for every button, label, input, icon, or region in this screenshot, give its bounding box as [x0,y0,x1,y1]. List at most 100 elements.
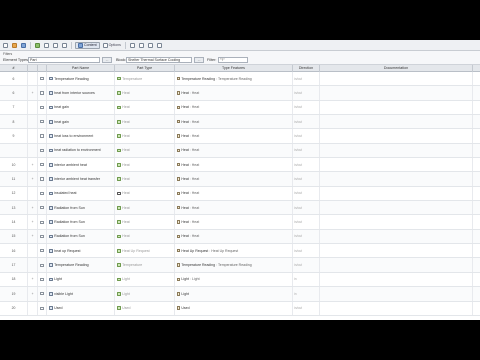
direction-cell[interactable]: in/out [293,258,320,272]
direction-cell[interactable]: in/out [293,201,320,215]
part-type-cell[interactable]: Heat [115,186,175,201]
part-name-cell[interactable]: heat from interior sources [47,86,115,100]
type-features-cell[interactable]: Heat: Heat [175,86,293,100]
part-type-cell[interactable]: Heat [115,229,175,244]
save-icon[interactable] [20,42,27,49]
row-checkbox[interactable] [38,86,47,100]
part-type-cell[interactable]: Heat [115,143,175,158]
column-header-expand[interactable] [28,65,38,72]
column-header-type-features[interactable]: Type Features [175,65,293,72]
part-name-cell[interactable]: heat up Request [47,244,115,258]
type-features-cell[interactable]: Heat: Heat [175,143,293,158]
part-type-cell[interactable]: Light [115,287,175,301]
part-name-cell[interactable]: heat gain [47,100,115,115]
type-features-cell[interactable]: Heat: Heat [175,215,293,229]
type-features-cell[interactable]: Temperature Reading: Temperature Reading [175,258,293,272]
expand-toggle[interactable] [28,129,38,143]
part-type-cell[interactable]: Used [115,301,175,315]
documentation-cell[interactable] [320,258,473,272]
type-features-cell[interactable]: Light: Light [175,272,293,287]
direction-cell[interactable]: in/out [293,129,320,143]
type-features-cell[interactable]: Heat: Heat [175,172,293,186]
help-icon[interactable] [156,42,163,49]
type-features-cell[interactable]: Heat: Heat [175,129,293,143]
type-features-cell[interactable]: Used [175,301,293,315]
expand-toggle[interactable]: + [28,201,38,215]
row-checkbox[interactable] [38,172,47,186]
table-row[interactable]: 16 heat up Request Heat Up Request Heat Up … [0,244,480,259]
documentation-cell[interactable] [320,272,473,287]
expand-toggle[interactable] [28,186,38,201]
part-name-cell[interactable]: Light [47,272,115,287]
expand-toggle[interactable] [28,301,38,315]
part-type-cell[interactable]: Heat [115,158,175,172]
expand-toggle[interactable]: + [28,287,38,301]
gear-icon[interactable] [129,42,136,49]
content-toggle-button[interactable]: Content [75,41,100,49]
expand-toggle[interactable]: + [28,172,38,186]
row-checkbox[interactable] [38,229,47,244]
direction-cell[interactable]: in/out [293,86,320,100]
table-row[interactable]: 13 + Radiation from Sun Heat Heat: Heat in/out [0,201,480,216]
expand-toggle[interactable]: + [28,215,38,229]
part-type-cell[interactable]: Temperature [115,72,175,86]
table-row[interactable]: 6 Temperature Reading Temperature Temperatu… [0,72,480,87]
type-features-cell[interactable]: Heat: Heat [175,186,293,201]
part-name-cell[interactable]: Temperature Reading [47,72,115,86]
column-header-check[interactable] [38,65,47,72]
remove-element-icon[interactable] [43,42,50,49]
part-type-cell[interactable]: Heat [115,100,175,115]
part-name-cell[interactable]: interior ambient heat [47,158,115,172]
expand-toggle[interactable] [28,143,38,158]
owner-browse-button[interactable]: ... [194,57,204,63]
expand-toggle[interactable] [28,72,38,86]
direction-cell[interactable]: in/out [293,301,320,315]
documentation-cell[interactable] [320,172,473,186]
table-row[interactable]: 17 Temperature Reading Temperature Temperat… [0,258,480,273]
open-icon[interactable] [11,42,18,49]
element-types-field[interactable]: Part [28,57,100,63]
part-name-cell[interactable]: Temperature Reading [47,258,115,272]
part-type-cell[interactable]: Heat [115,86,175,100]
type-features-cell[interactable]: Heat: Heat [175,100,293,115]
documentation-cell[interactable] [320,244,473,258]
expand-toggle[interactable]: + [28,272,38,287]
direction-cell[interactable]: in/out [293,158,320,172]
documentation-cell[interactable] [320,229,473,244]
column-header-number[interactable]: # [0,65,28,72]
column-header-part-name[interactable]: Part Name [47,65,115,72]
table-row[interactable]: heat radiation to environment Heat Heat: He… [0,143,480,159]
filter-input[interactable]: "?" [218,57,248,63]
type-features-cell[interactable]: Heat Up Request: Heat Up Request [175,244,293,258]
row-checkbox[interactable] [38,72,47,86]
part-name-cell[interactable]: visible Light [47,287,115,301]
direction-cell[interactable]: in [293,287,320,301]
part-type-cell[interactable]: Heat [115,115,175,129]
table-row[interactable]: 7 heat gain Heat Heat: Heat in/out [0,100,480,116]
part-name-cell[interactable]: Used [47,301,115,315]
part-type-cell[interactable]: Heat [115,201,175,215]
direction-cell[interactable]: in [293,272,320,287]
expand-toggle[interactable]: + [28,229,38,244]
move-up-icon[interactable] [52,42,59,49]
filter-icon[interactable] [138,42,145,49]
table-row[interactable]: 9 heat loss to environment Heat Heat: Heat in… [0,129,480,144]
element-types-browse-button[interactable]: ... [102,57,112,63]
documentation-cell[interactable] [320,301,473,315]
part-name-cell[interactable]: Radiation from Sun [47,229,115,244]
expand-toggle[interactable] [28,100,38,115]
part-name-cell[interactable]: Radiation from Sun [47,201,115,215]
table-row[interactable]: 14 + Radiation from Sun Heat Heat: Heat in/out [0,215,480,230]
column-header-documentation[interactable]: Documentation [320,65,473,72]
owner-field[interactable]: Shelter Thermal Surface Cooling [126,57,192,63]
direction-cell[interactable]: in/out [293,244,320,258]
type-features-cell[interactable]: Temperature Reading: Temperature Reading [175,72,293,86]
part-type-cell[interactable]: Heat [115,129,175,143]
expand-toggle[interactable] [28,244,38,258]
row-checkbox[interactable] [38,129,47,143]
table-row[interactable]: 15 + Radiation from Sun Heat Heat: Heat in/out [0,229,480,245]
row-checkbox[interactable] [38,258,47,272]
row-checkbox[interactable] [38,158,47,172]
table-row[interactable]: 20 Used Used Used in/out [0,301,480,316]
row-checkbox[interactable] [38,244,47,258]
